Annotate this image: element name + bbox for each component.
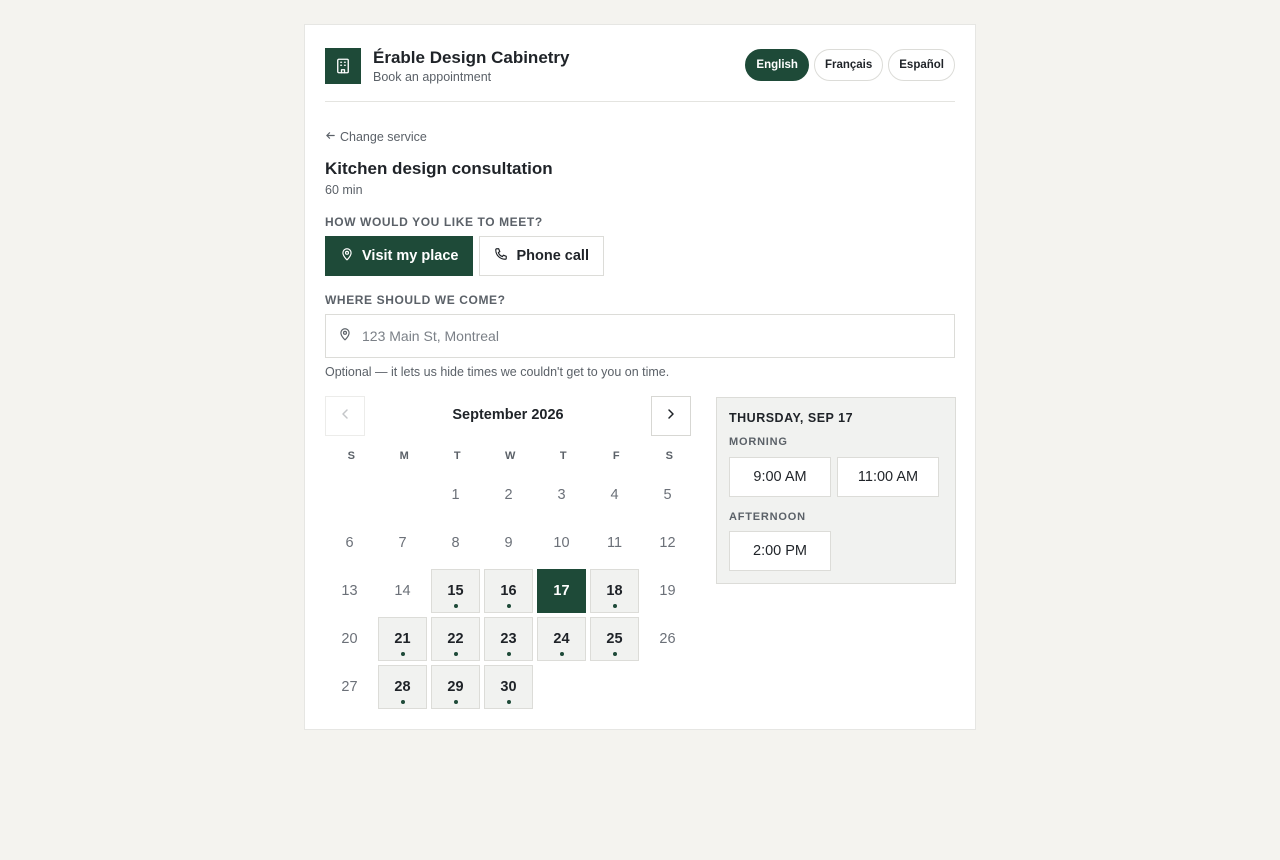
calendar-day-available[interactable]: 28 bbox=[378, 665, 427, 709]
address-input[interactable] bbox=[362, 328, 922, 344]
calendar-day: 12 bbox=[659, 535, 676, 551]
weekday-header: S M T W T F S bbox=[325, 450, 695, 462]
weekday-label: S bbox=[347, 450, 356, 462]
afternoon-slots: 2:00 PM bbox=[729, 531, 831, 571]
lang-french-button[interactable]: Français bbox=[813, 49, 884, 81]
calendar-day: 4 bbox=[610, 487, 619, 503]
calendar-day: 27 bbox=[341, 679, 358, 695]
calendar-day-grid: 1 2 3 4 5 6 7 8 9 10 11 12 13 14 15 16 17 18 19 20 21 22 23 24 2… bbox=[325, 473, 692, 709]
selected-date-label: THURSDAY, SEP 17 bbox=[729, 411, 854, 425]
time-slot-button[interactable]: 11:00 AM bbox=[837, 457, 939, 497]
change-service-label: Change service bbox=[340, 130, 427, 144]
address-field bbox=[325, 314, 955, 358]
calendar-day: 3 bbox=[557, 487, 566, 503]
calendar-day: 1 bbox=[451, 487, 460, 503]
calendar-day: 26 bbox=[659, 631, 676, 647]
calendar-blank-cell bbox=[378, 473, 427, 517]
calendar-blank-cell bbox=[325, 473, 374, 517]
calendar-day-available[interactable]: 16 bbox=[484, 569, 533, 613]
chevron-right-icon bbox=[665, 407, 677, 425]
calendar-day-available[interactable]: 21 bbox=[378, 617, 427, 661]
meeting-type-group: Visit my place Phone call bbox=[325, 236, 604, 276]
business-subtitle: Book an appointment bbox=[373, 70, 492, 84]
calendar-day: 19 bbox=[659, 583, 676, 599]
weekday-label: T bbox=[559, 450, 568, 462]
calendar-day-available[interactable]: 24 bbox=[537, 617, 586, 661]
calendar-day: 20 bbox=[341, 631, 358, 647]
weekday-label: W bbox=[505, 450, 516, 462]
language-switcher: English Français Español bbox=[745, 49, 955, 81]
lang-spanish-button[interactable]: Español bbox=[888, 49, 955, 81]
phone-icon bbox=[494, 247, 508, 265]
weekday-label: T bbox=[453, 450, 462, 462]
address-label: WHERE SHOULD WE COME? bbox=[325, 293, 506, 307]
calendar-day: 11 bbox=[606, 535, 623, 551]
address-hint: Optional — it lets us hide times we coul… bbox=[325, 365, 670, 379]
morning-label: MORNING bbox=[729, 436, 788, 448]
weekday-label: S bbox=[665, 450, 674, 462]
calendar-day-available[interactable]: 29 bbox=[431, 665, 480, 709]
map-pin-icon bbox=[340, 247, 354, 265]
meeting-question: HOW WOULD YOU LIKE TO MEET? bbox=[325, 215, 543, 229]
calendar-day: 7 bbox=[398, 535, 407, 551]
service-title: Kitchen design consultation bbox=[325, 159, 553, 178]
time-slot-button[interactable]: 2:00 PM bbox=[729, 531, 831, 571]
visit-my-place-button[interactable]: Visit my place bbox=[325, 236, 474, 276]
calendar-day: 6 bbox=[345, 535, 354, 551]
building-icon bbox=[325, 48, 361, 84]
calendar-day: 5 bbox=[663, 487, 672, 503]
time-slots-panel: THURSDAY, SEP 17 MORNING 9:00 AM 11:00 A… bbox=[716, 397, 956, 584]
calendar-day-available[interactable]: 23 bbox=[484, 617, 533, 661]
afternoon-label: AFTERNOON bbox=[729, 511, 806, 523]
service-duration: 60 min bbox=[325, 183, 363, 197]
calendar-day: 8 bbox=[451, 535, 460, 551]
phone-call-label: Phone call bbox=[516, 248, 589, 264]
calendar-month: September 2026 bbox=[452, 407, 564, 423]
calendar-day: 10 bbox=[553, 535, 570, 551]
booking-card: Érable Design Cabinetry Book an appointm… bbox=[304, 24, 976, 730]
arrow-left-icon bbox=[325, 130, 336, 144]
time-slot-button[interactable]: 9:00 AM bbox=[729, 457, 831, 497]
change-service-link[interactable]: Change service bbox=[325, 130, 427, 144]
calendar-day: 13 bbox=[341, 583, 358, 599]
visit-my-place-label: Visit my place bbox=[362, 248, 459, 264]
header-divider bbox=[325, 101, 955, 102]
calendar-day-available[interactable]: 22 bbox=[431, 617, 480, 661]
calendar-day: 14 bbox=[394, 583, 411, 599]
calendar-day-selected[interactable]: 17 bbox=[537, 569, 586, 613]
next-month-button[interactable] bbox=[651, 396, 691, 436]
lang-english-button[interactable]: English bbox=[745, 49, 809, 81]
calendar-day-available[interactable]: 30 bbox=[484, 665, 533, 709]
weekday-label: M bbox=[399, 450, 410, 462]
calendar-day: 2 bbox=[504, 487, 513, 503]
weekday-label: F bbox=[612, 450, 621, 462]
phone-call-button[interactable]: Phone call bbox=[479, 236, 604, 276]
calendar-day: 9 bbox=[504, 535, 513, 551]
calendar-day-available[interactable]: 18 bbox=[590, 569, 639, 613]
business-name: Érable Design Cabinetry bbox=[373, 48, 570, 67]
morning-slots: 9:00 AM 11:00 AM bbox=[729, 457, 939, 497]
calendar-day-available[interactable]: 25 bbox=[590, 617, 639, 661]
map-pin-icon bbox=[338, 327, 352, 346]
calendar-day-available[interactable]: 15 bbox=[431, 569, 480, 613]
